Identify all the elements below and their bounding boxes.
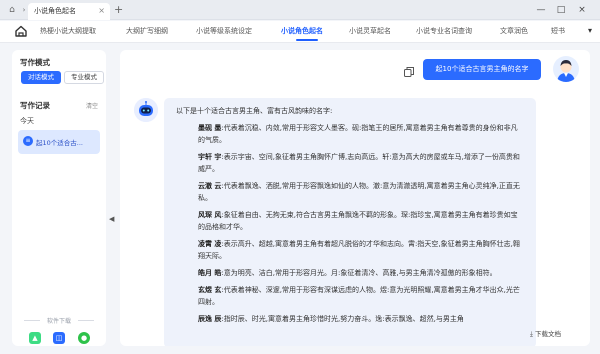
assistant-message: 以下是十个适合古言男主角、富有古风韵味的名字: 墨砚 墨:代表着沉稳、内敛,常用… [164,98,536,346]
nav-item-herb-naming[interactable]: 小说灵草起名 [349,26,391,36]
apple-icon[interactable]: ● [78,332,90,344]
download-doc-button[interactable]: ⤓ 下载文档 [530,328,561,339]
name-entry: 墨砚 墨:代表着沉稳、内敛,常用于形容文人墨客。砚:指笔王的居所,寓意着男主角有… [198,124,518,144]
name-entry: 风琛 风:象征着自由、无拘无束,符合古言男主角飘逸不羁的形象。琛:指珍宝,寓意着… [198,211,518,231]
today-label: 今天 [20,117,34,125]
new-tab-button[interactable]: + [114,3,123,16]
name-entry: 皓月 皓:意为明亮、洁白,常用于形容月光。月:象征着清冷、高雅,与男主角清冷孤傲… [198,269,497,277]
minimize-button[interactable]: — [534,3,548,17]
feature-nav: 热梗小说大纲提取 大纲扩写细纲 小说等级系统设定 小说角色起名 小说灵草起名 小… [0,21,600,43]
divider [78,320,94,321]
chat-icon: ≡ [23,136,33,146]
title-bar: ⌂ › 小说角色起名 × + — □ × [0,0,600,20]
tab-title: 小说角色起名 [34,7,76,15]
nav-item-term-lookup[interactable]: 小说专业名词查询 [416,26,472,36]
sidebar: 写作模式 对话模式 专业模式 写作记录 清空 今天 ≡ 起10个适合古... 软… [12,50,106,346]
home-icon[interactable]: ⌂ [6,4,18,16]
close-window-button[interactable]: × [575,3,589,17]
nav-item-polish[interactable]: 文章润色 [500,26,528,36]
chat-mode-button[interactable]: 对话模式 [21,71,61,84]
chat-panel: 起10个适合古言男主角的名字 以下是十个适合古言男主角、富有古风韵味的名字: 墨… [120,50,590,346]
android-icon[interactable]: ▲ [29,332,41,344]
record-item[interactable]: ≡ 起10个适合古... [18,130,100,154]
clear-records-button[interactable]: 清空 [86,101,98,110]
user-message: 起10个适合古言男主角的名字 [423,59,541,80]
active-tab-indicator [296,39,318,41]
record-item-label: 起10个适合古... [36,139,83,147]
nav-item-short-book[interactable]: 短书 [551,26,565,36]
writing-record-title: 写作记录 [20,101,50,110]
nav-item-plot-extract[interactable]: 热梗小说大纲提取 [40,26,96,36]
maximize-button[interactable]: □ [554,3,568,17]
copy-icon[interactable] [403,66,415,78]
nav-item-character-naming[interactable]: 小说角色起名 [281,26,323,36]
download-doc-label: 下载文档 [534,330,561,338]
answer-intro: 以下是十个适合古言男主角、富有古风韵味的名字: [176,107,333,115]
nav-item-level-system[interactable]: 小说等级系统设定 [196,26,252,36]
assistant-avatar [134,98,158,122]
download-icon: ⤓ [530,330,533,338]
name-entry: 玄煜 玄:代表着神秘、深邃,常用于形容有深谋远虑的人物。煜:意为光明照耀,寓意着… [198,286,520,306]
name-entry: 辰逸 辰:指时辰、时光,寓意着男主角珍惜时光,努力奋斗。逸:表示飘逸、超然,与男… [198,315,464,323]
user-avatar-icon [557,60,575,82]
nav-item-outline-expand[interactable]: 大纲扩写细纲 [126,26,168,36]
tab-close-icon[interactable]: × [98,6,105,15]
windows-icon[interactable]: ◫ [53,332,65,344]
pro-mode-button[interactable]: 专业模式 [64,71,104,84]
user-avatar [553,56,579,82]
tab-character-naming[interactable]: 小说角色起名 × [28,3,110,20]
writing-mode-title: 写作模式 [20,58,50,67]
robot-icon [134,98,158,122]
collapse-sidebar-icon[interactable]: ◀ [109,215,114,223]
name-entry: 凌霄 凌:表示高升、超越,寓意着男主角有着超凡脱俗的才华和志向。霄:指天空,象征… [198,240,520,260]
home-icon[interactable] [14,24,28,38]
name-entry: 云澈 云:代表着飘逸、洒脱,常用于形容飘逸如仙的人物。澈:意为清澈透明,寓意着男… [198,182,520,202]
nav-more-icon[interactable]: ▾ [588,26,592,35]
name-entry: 宇轩 宇:表示宇宙、空间,象征着男主角胸怀广博,志向高远。轩:意为高大的房屋或车… [198,153,520,173]
